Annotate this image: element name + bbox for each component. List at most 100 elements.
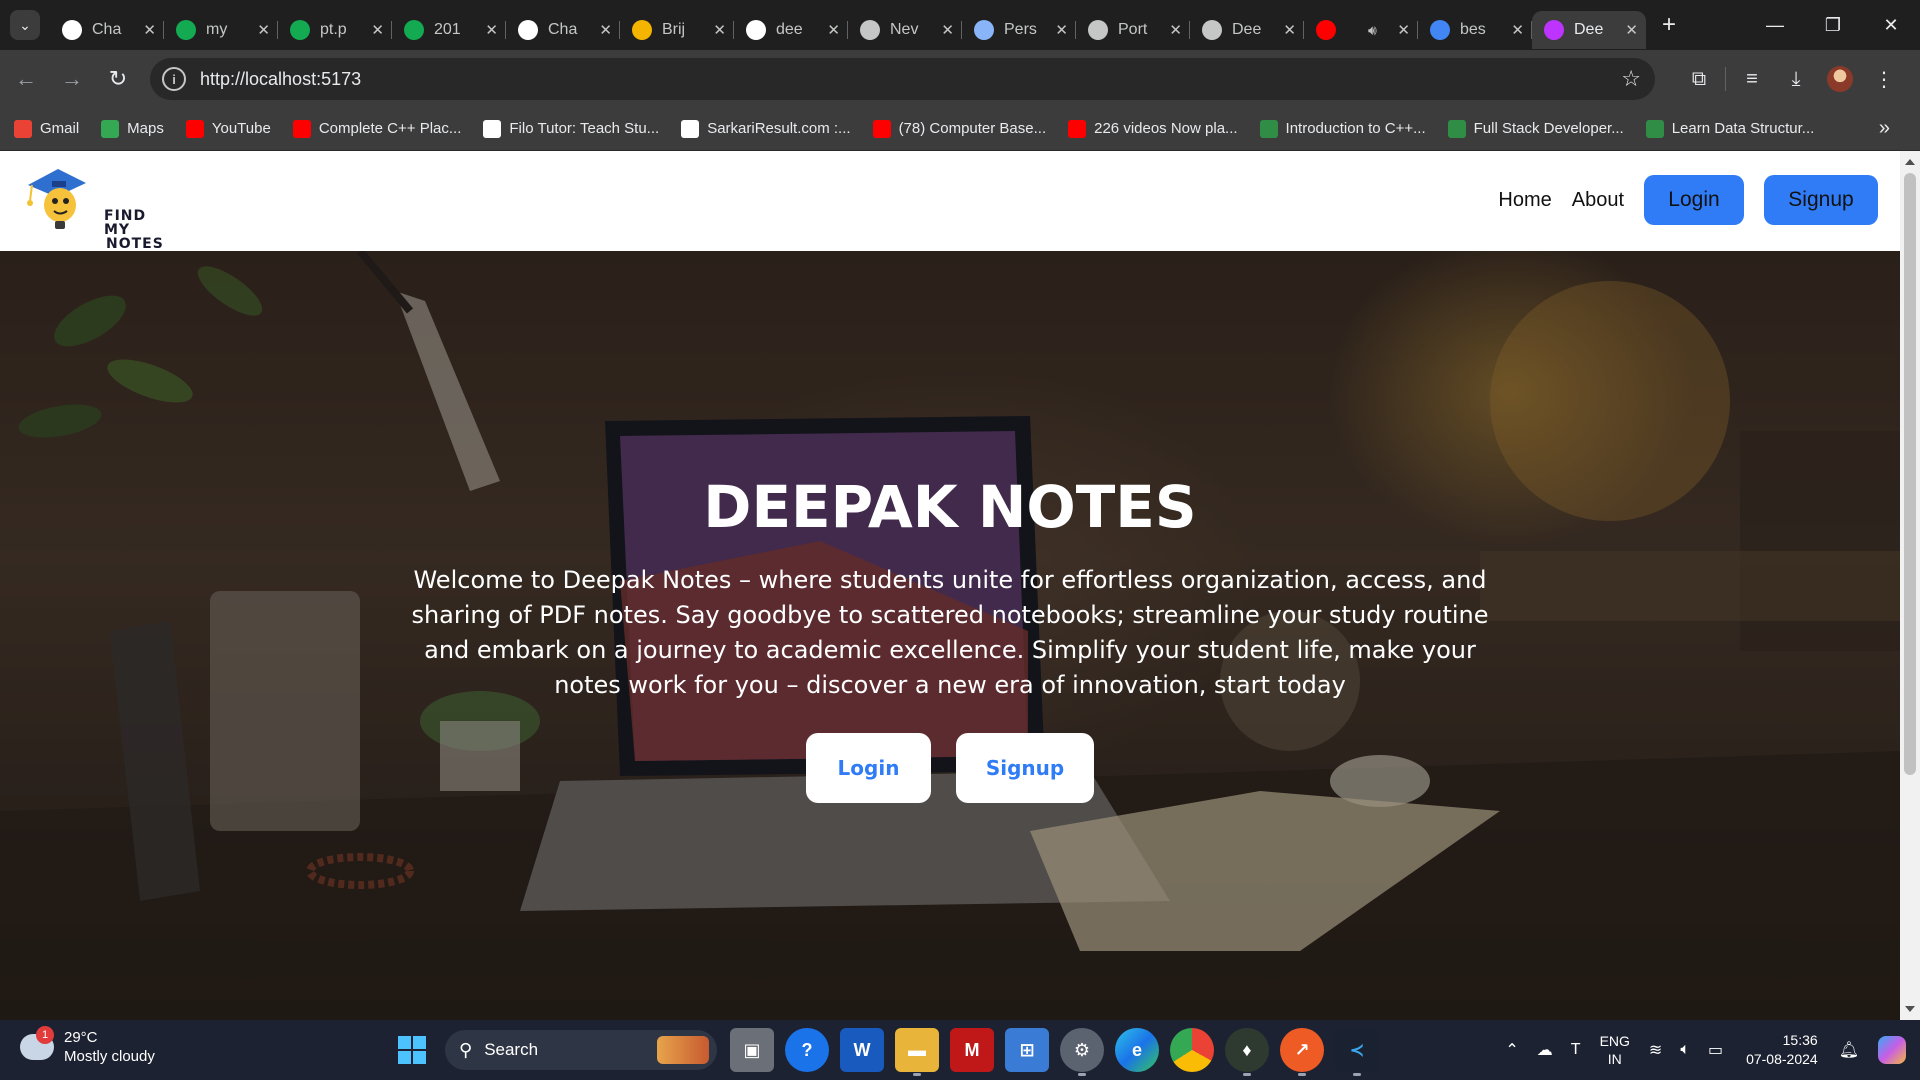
- youtube-icon: [872, 119, 891, 138]
- browser-tab[interactable]: Dee ✕: [1190, 11, 1304, 49]
- close-tab-icon[interactable]: ✕: [1283, 21, 1296, 39]
- browser-tab[interactable]: Cha ✕: [50, 11, 164, 49]
- vscode-icon[interactable]: ≺: [1335, 1028, 1379, 1076]
- close-tab-icon[interactable]: ✕: [257, 21, 270, 39]
- browser-tab[interactable]: 201 ✕: [392, 11, 506, 49]
- browser-tab[interactable]: 🔊︎ ✕: [1304, 11, 1418, 49]
- bookmark-item[interactable]: Gmail: [14, 119, 79, 138]
- close-tab-icon[interactable]: ✕: [1169, 21, 1182, 39]
- bookmark-item[interactable]: Filo Tutor: Teach Stu...: [483, 119, 659, 138]
- back-button[interactable]: ←: [6, 59, 46, 99]
- teams-icon[interactable]: T: [1571, 1041, 1581, 1059]
- gfg-icon: [1259, 119, 1278, 138]
- nav-signup-button[interactable]: Signup: [1764, 175, 1878, 225]
- nav-about-link[interactable]: About: [1572, 189, 1624, 212]
- bookmark-item[interactable]: YouTube: [185, 119, 271, 138]
- new-tab-button[interactable]: +: [1652, 8, 1686, 42]
- onedrive-icon[interactable]: ☁: [1537, 1040, 1553, 1060]
- close-tab-icon[interactable]: ✕: [599, 21, 612, 39]
- minimize-icon[interactable]: —: [1746, 0, 1804, 50]
- taskbar-search-box[interactable]: ⚲ Search: [445, 1030, 717, 1070]
- close-tab-icon[interactable]: ✕: [485, 21, 498, 39]
- system-tray: ⌃ ☁ T ENG IN ≋ 🔈︎ ▭ 15:36 07-08-2024 🔔︎: [1496, 1020, 1920, 1080]
- browser-tab[interactable]: Brij ✕: [620, 11, 734, 49]
- browser-tab[interactable]: Port ✕: [1076, 11, 1190, 49]
- settings-gear-icon[interactable]: ⚙: [1060, 1028, 1104, 1076]
- tab-audio-icon[interactable]: 🔊︎: [1368, 22, 1377, 39]
- restore-icon[interactable]: ❐: [1804, 0, 1862, 50]
- browser-tab[interactable]: my ✕: [164, 11, 278, 49]
- close-tab-icon[interactable]: ✕: [827, 21, 840, 39]
- browser-tab[interactable]: pt.p ✕: [278, 11, 392, 49]
- mcafee-icon[interactable]: M: [950, 1028, 994, 1072]
- close-window-icon[interactable]: ✕: [1862, 0, 1920, 50]
- tab-search-button[interactable]: ⌄: [10, 10, 40, 40]
- close-tab-icon[interactable]: ✕: [713, 21, 726, 39]
- bookmark-item[interactable]: Introduction to C++...: [1259, 119, 1426, 138]
- bookmark-item[interactable]: Complete C++ Plac...: [292, 119, 461, 138]
- close-tab-icon[interactable]: ✕: [1625, 21, 1638, 39]
- hero-login-button[interactable]: Login: [806, 733, 931, 803]
- extensions-icon[interactable]: ⧉: [1677, 58, 1721, 100]
- hero-signup-button[interactable]: Signup: [956, 733, 1094, 803]
- bookmark-item[interactable]: (78) Computer Base...: [872, 119, 1046, 138]
- close-tab-icon[interactable]: ✕: [1055, 21, 1068, 39]
- browser-tab[interactable]: Dee ✕: [1532, 11, 1646, 49]
- language-indicator[interactable]: ENG IN: [1600, 1032, 1630, 1068]
- browser-tab[interactable]: Cha ✕: [506, 11, 620, 49]
- bookmark-item[interactable]: Maps: [101, 119, 164, 138]
- page-viewport: FIND MY NOTES Home About Login Signup DE…: [0, 151, 1900, 1020]
- bookmark-item[interactable]: 226 videos Now pla...: [1068, 119, 1238, 138]
- address-url[interactable]: http://localhost:5173: [200, 69, 361, 90]
- scroll-down-arrow-icon[interactable]: [1905, 1006, 1915, 1012]
- postman-icon[interactable]: ↗: [1280, 1028, 1324, 1076]
- address-bar[interactable]: i http://localhost:5173 ☆: [150, 58, 1655, 100]
- start-button-windows-icon[interactable]: [398, 1036, 426, 1064]
- file-explorer-icon[interactable]: ▬: [895, 1028, 939, 1076]
- volume-icon[interactable]: 🔈︎: [1680, 1041, 1690, 1059]
- bookmarks-overflow-icon[interactable]: »: [1879, 117, 1890, 140]
- browser-tab[interactable]: bes ✕: [1418, 11, 1532, 49]
- tab-title: Cha: [92, 21, 122, 38]
- bookmark-item[interactable]: SarkariResult.com :...: [681, 119, 851, 138]
- nav-login-button[interactable]: Login: [1644, 175, 1744, 225]
- browser-tab[interactable]: dee ✕: [734, 11, 848, 49]
- close-tab-icon[interactable]: ✕: [1511, 21, 1524, 39]
- task-view-icon[interactable]: ▣: [730, 1028, 774, 1072]
- close-tab-icon[interactable]: ✕: [941, 21, 954, 39]
- bookmark-star-icon[interactable]: ☆: [1621, 66, 1641, 92]
- wifi-icon[interactable]: ≋: [1649, 1040, 1662, 1060]
- close-tab-icon[interactable]: ✕: [143, 21, 156, 39]
- edge-icon[interactable]: e: [1115, 1028, 1159, 1072]
- profile-avatar[interactable]: [1827, 66, 1853, 92]
- close-tab-icon[interactable]: ✕: [371, 21, 384, 39]
- scroll-up-arrow-icon[interactable]: [1905, 159, 1915, 165]
- weather-widget[interactable]: 1 29°C Mostly cloudy: [20, 1026, 155, 1066]
- mongodb-compass-icon[interactable]: ♦: [1225, 1028, 1269, 1076]
- downloads-icon[interactable]: ⤓: [1774, 58, 1818, 100]
- notification-bell-icon[interactable]: 🔔︎: [1839, 1040, 1859, 1060]
- battery-icon[interactable]: ▭: [1708, 1040, 1723, 1060]
- nav-home-link[interactable]: Home: [1498, 189, 1551, 212]
- site-info-icon[interactable]: i: [162, 67, 186, 91]
- chrome-icon[interactable]: [1170, 1028, 1214, 1072]
- system-clock[interactable]: 15:36 07-08-2024: [1746, 1031, 1818, 1069]
- tab-title: dee: [776, 21, 803, 38]
- menu-icon[interactable]: ⋮: [1862, 58, 1906, 100]
- bookmark-item[interactable]: Full Stack Developer...: [1447, 119, 1624, 138]
- browser-tab[interactable]: Pers ✕: [962, 11, 1076, 49]
- forward-button[interactable]: →: [52, 59, 92, 99]
- media-control-icon[interactable]: ≡: [1730, 58, 1774, 100]
- microsoft-store-icon[interactable]: ⊞: [1005, 1028, 1049, 1072]
- copilot-icon[interactable]: [1878, 1036, 1906, 1064]
- help-app-icon[interactable]: ?: [785, 1028, 829, 1072]
- word-icon[interactable]: W: [840, 1028, 884, 1072]
- reload-button[interactable]: ↻: [98, 59, 138, 99]
- scrollbar-thumb[interactable]: [1904, 173, 1916, 775]
- browser-tab[interactable]: Nev ✕: [848, 11, 962, 49]
- page-scrollbar[interactable]: [1900, 151, 1920, 1020]
- site-logo[interactable]: FIND MY NOTES: [24, 163, 163, 251]
- bookmark-item[interactable]: Learn Data Structur...: [1645, 119, 1814, 138]
- close-tab-icon[interactable]: ✕: [1397, 21, 1410, 39]
- chevron-up-icon[interactable]: ⌃: [1505, 1040, 1518, 1060]
